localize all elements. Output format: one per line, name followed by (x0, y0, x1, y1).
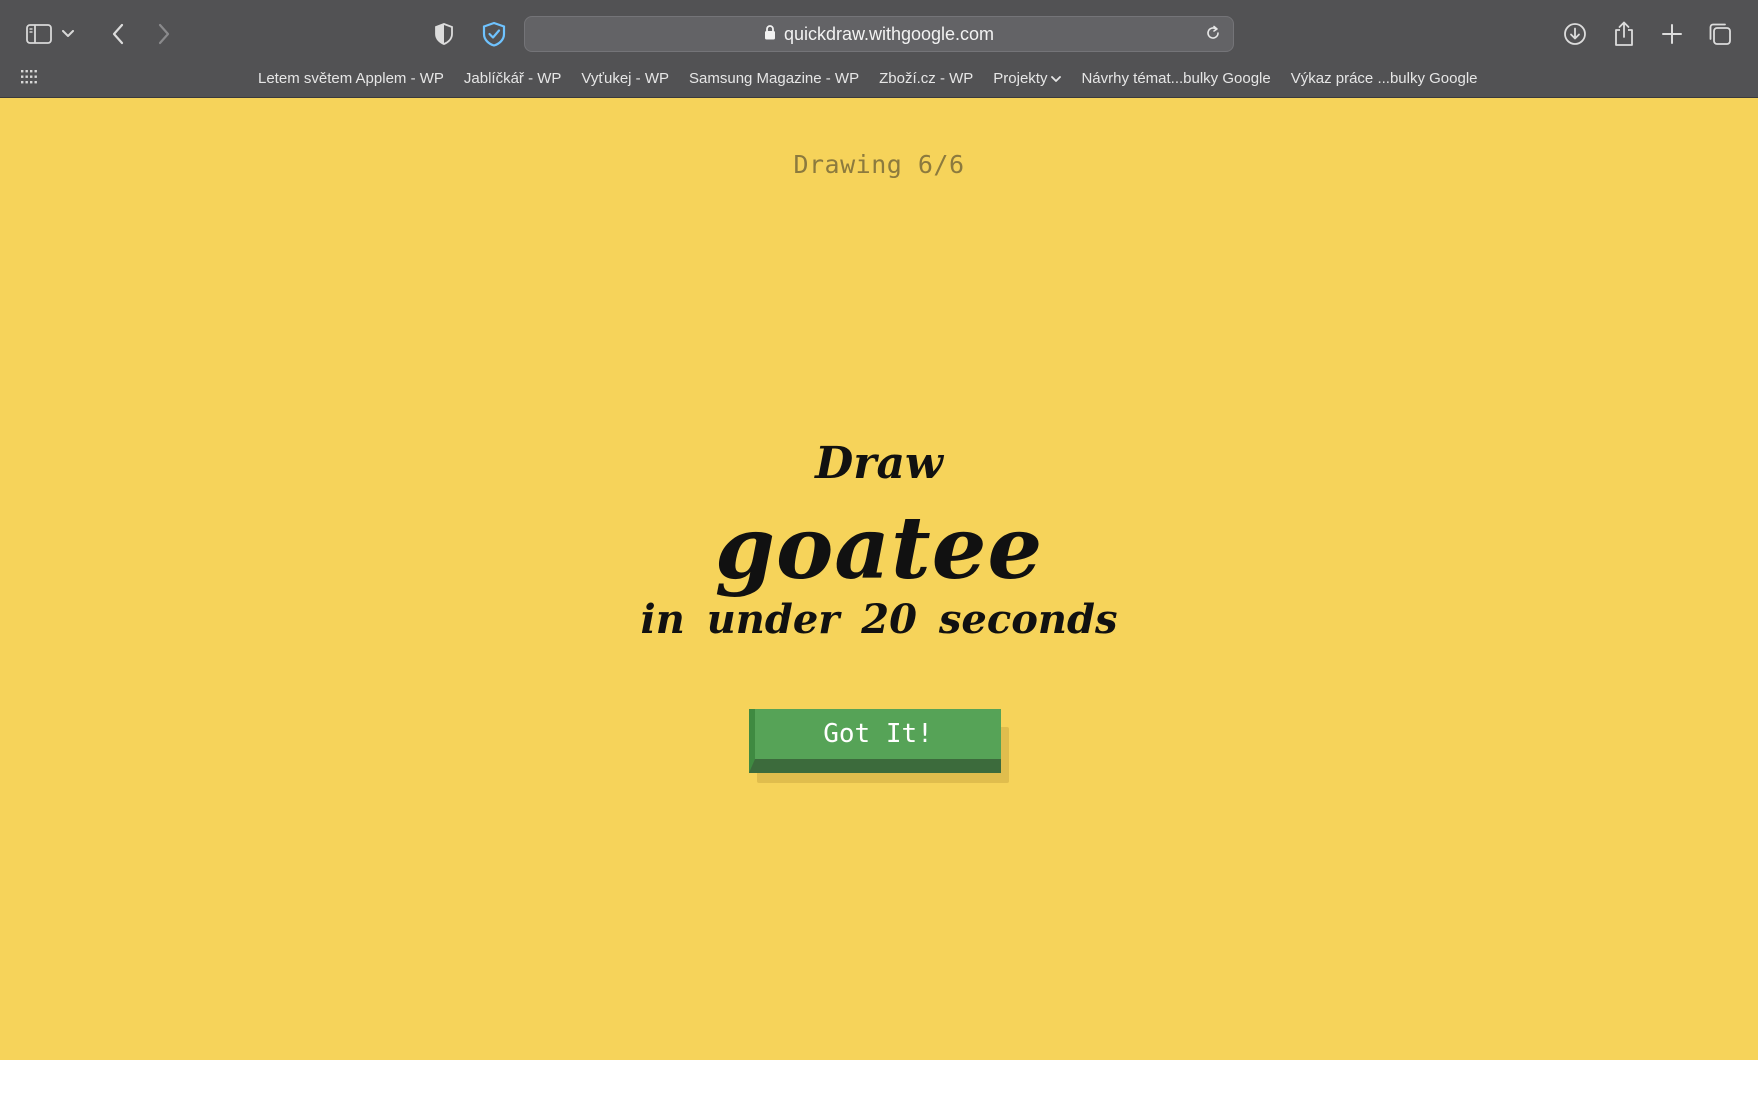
new-tab-icon (1662, 24, 1682, 44)
url-text: quickdraw.withgoogle.com (783, 23, 995, 44)
quickdraw-page: Drawing 6/6 Draw goatee in under 20 seco… (0, 98, 1758, 1060)
prompt-time-limit: in under 20 seconds (640, 596, 1118, 643)
tab-overview-button[interactable] (1702, 16, 1738, 52)
bookmark-label: Vyťukej - WP (581, 69, 670, 87)
privacy-report-button[interactable] (426, 16, 462, 52)
favorites-grid-button[interactable] (18, 68, 40, 90)
reload-icon (1205, 25, 1221, 46)
address-bar[interactable]: quickdraw.withgoogle.com (524, 16, 1234, 52)
got-it-button[interactable]: Got It! (749, 709, 1001, 773)
bookmark-item[interactable]: Letem světem Applem - WP (258, 70, 444, 87)
bookmark-label: Samsung Magazine - WP (689, 69, 860, 87)
extension-button[interactable] (476, 16, 512, 52)
chevron-down-icon (62, 30, 74, 38)
bookmark-list: Letem světem Applem - WP Jablíčkář - WP … (258, 62, 1478, 94)
grid-icon (21, 69, 37, 89)
downloads-button[interactable] (1557, 16, 1593, 52)
got-it-button-wrapper: Got It! (749, 709, 1009, 789)
prompt-prefix: Draw (815, 438, 943, 489)
forward-icon (157, 23, 171, 45)
shield-icon (434, 22, 454, 46)
share-icon (1613, 21, 1635, 47)
bookmark-label: Zboží.cz - WP (879, 69, 974, 87)
bookmark-label: Návrhy témat...bulky Google (1081, 69, 1271, 87)
sidebar-menu-button[interactable] (56, 16, 80, 52)
new-tab-button[interactable] (1654, 16, 1690, 52)
share-button[interactable] (1606, 16, 1642, 52)
bookmark-folder-projekty[interactable]: Projekty (993, 69, 1062, 87)
window-bottom-edge (0, 1060, 1758, 1097)
bookmarks-bar: Letem světem Applem - WP Jablíčkář - WP … (0, 62, 1758, 94)
forward-button[interactable] (146, 16, 182, 52)
bookmark-item[interactable]: Zboží.cz - WP (879, 70, 973, 87)
browser-toolbar: quickdraw.withgoogle.com Letem světem Ap… (0, 0, 1758, 98)
sidebar-toggle-button[interactable] (21, 16, 57, 52)
chevron-down-icon (1051, 70, 1062, 87)
bookmark-label: Letem světem Applem - WP (258, 69, 444, 87)
download-icon (1563, 22, 1587, 46)
back-icon (111, 23, 125, 45)
tabs-overview-icon (1708, 22, 1732, 46)
privacy-shield-icon (481, 21, 507, 47)
bookmark-label: Jablíčkář - WP (463, 69, 562, 87)
bookmark-item[interactable]: Návrhy témat...bulky Google (1081, 70, 1270, 87)
back-button[interactable] (100, 16, 136, 52)
bookmark-item[interactable]: Samsung Magazine - WP (689, 70, 859, 87)
bookmark-item[interactable]: Vyťukej - WP (581, 70, 669, 87)
bookmark-label: Výkaz práce ...bulky Google (1290, 69, 1478, 87)
reload-button[interactable] (1201, 23, 1225, 47)
bookmark-label: Projekty (993, 69, 1048, 87)
prompt-word: goatee (714, 498, 1044, 599)
bookmark-item[interactable]: Jablíčkář - WP (464, 70, 562, 87)
bookmark-item[interactable]: Výkaz práce ...bulky Google (1291, 70, 1478, 87)
drawing-counter: Drawing 6/6 (793, 150, 965, 179)
sidebar-icon (26, 24, 52, 44)
lock-icon (764, 24, 776, 45)
